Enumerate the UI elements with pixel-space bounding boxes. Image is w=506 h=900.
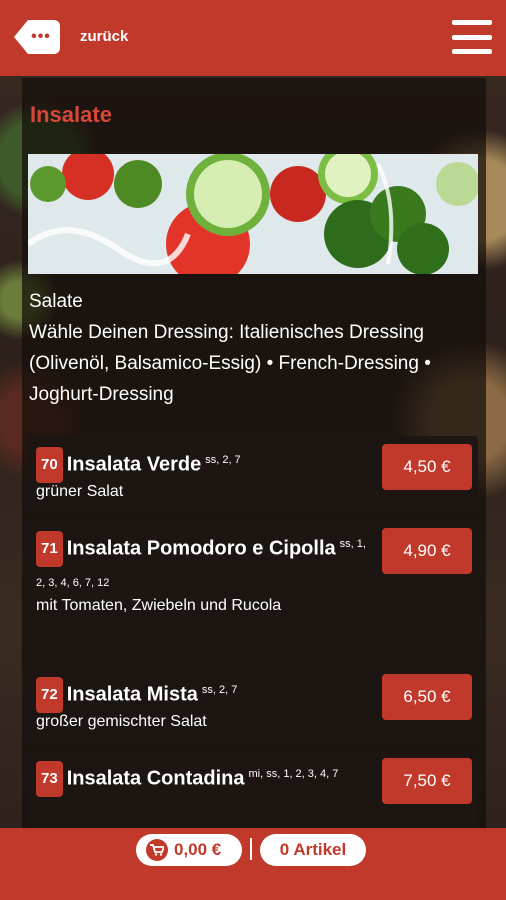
cart-total: 0,00 € xyxy=(174,840,222,859)
menu-item[interactable]: 71 Insalata Pomodoro e Cipolla ss, 1, 2, 3… xyxy=(28,520,478,658)
item-name: Insalata Pomodoro e Cipolla xyxy=(66,537,336,560)
price-button[interactable]: 4,50 € xyxy=(382,444,472,490)
salad-banner-image xyxy=(28,154,478,274)
back-label[interactable]: zurück xyxy=(80,28,128,45)
menu-item[interactable]: 73 Insalata Contadina mi, ss, 1, 2, 3, 4, … xyxy=(28,750,478,828)
price-button[interactable]: 4,90 € xyxy=(382,528,472,574)
more-dots-icon: ••• xyxy=(31,28,51,45)
item-name: Insalata Verde xyxy=(66,453,202,476)
price-button[interactable]: 6,50 € xyxy=(382,674,472,720)
menu-item[interactable]: 72 Insalata Mista ss, 2, 7 großer gemischt… xyxy=(28,666,478,742)
allergen-codes: ss, 2, 7 xyxy=(201,684,238,696)
item-description: mit Tomaten, Zwiebeln und Rucola xyxy=(36,597,282,614)
top-bar: ••• zurück xyxy=(0,0,506,76)
cart-total-button[interactable]: 0,00 € xyxy=(136,834,242,866)
allergen-codes: ss, 2, 7 xyxy=(205,454,241,466)
item-description: grüner Salat xyxy=(36,483,124,500)
back-button[interactable]: ••• xyxy=(14,20,60,54)
menu-panel: Insalate Salate Wähle Deinen Dressing: I xyxy=(22,78,486,828)
item-description: großer gemischter Salat xyxy=(36,713,207,730)
divider xyxy=(250,838,252,860)
hamburger-menu-icon[interactable] xyxy=(452,20,492,54)
menu-item[interactable]: 70 Insalata Verde ss, 2, 7 grüner Salat 4,… xyxy=(28,436,478,512)
section-description: Salate Wähle Deinen Dressing: Italienisc… xyxy=(29,291,431,405)
bottom-bar: 0,00 € 0 Artikel xyxy=(0,828,506,900)
item-name: Insalata Contadina xyxy=(66,767,245,790)
allergen-codes: mi, ss, 1, 2, 3, 4, 7 xyxy=(248,768,339,780)
item-number: 73 xyxy=(36,761,63,798)
item-name: Insalata Mista xyxy=(66,683,198,706)
shopping-cart-icon xyxy=(146,839,168,861)
item-number: 71 xyxy=(36,531,63,568)
price-button[interactable]: 7,50 € xyxy=(382,758,472,804)
cart-count-button[interactable]: 0 Artikel xyxy=(260,834,366,866)
section-title: Insalate xyxy=(30,102,112,127)
